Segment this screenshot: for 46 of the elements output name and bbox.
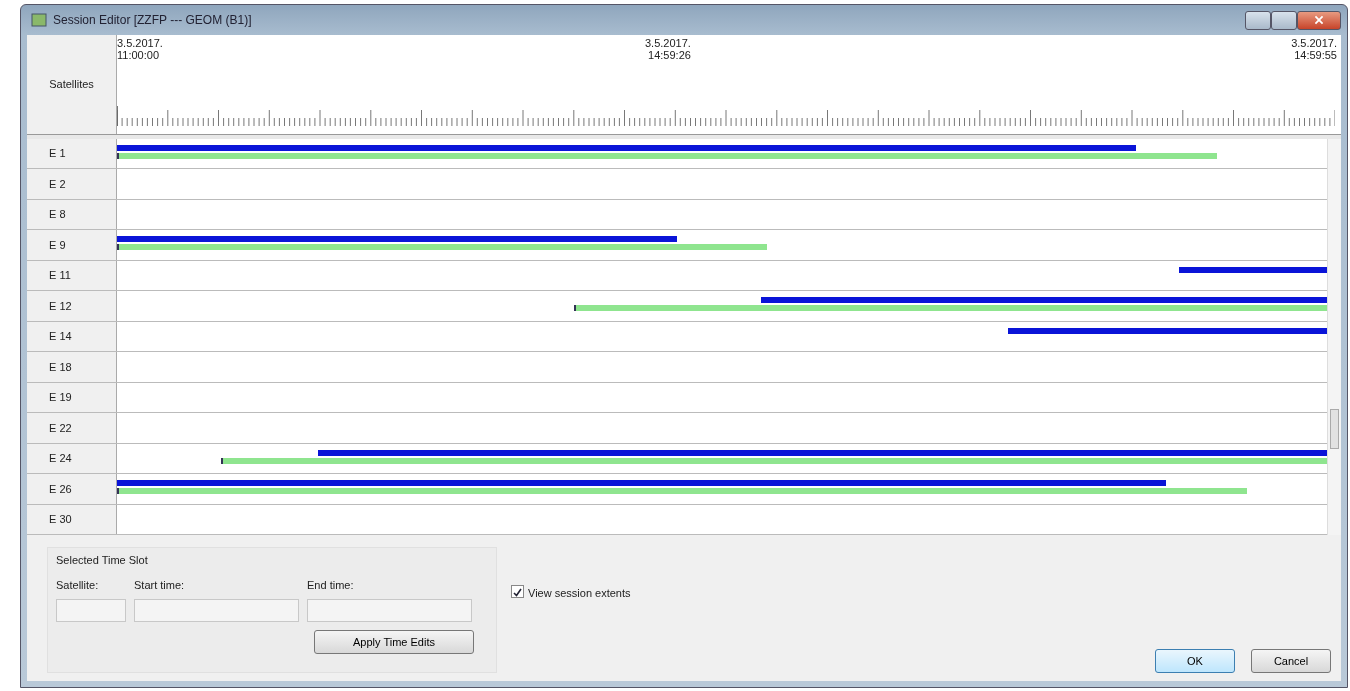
- satellite-label: E 19: [49, 390, 72, 406]
- app-icon: [31, 13, 47, 27]
- date-label: 3.5.2017.: [117, 37, 163, 49]
- time-label: 11:00:00: [117, 49, 160, 61]
- satellite-label: E 18: [49, 359, 72, 375]
- satellite-label: E 26: [49, 481, 72, 497]
- satellite-label: E 8: [49, 207, 66, 223]
- time-label: 14:59:55: [1293, 49, 1337, 61]
- scrollbar[interactable]: [1327, 139, 1341, 535]
- input-field[interactable]: [56, 599, 126, 622]
- date-label: 3.5.2017.: [1291, 37, 1337, 49]
- checkbox[interactable]: [511, 585, 524, 598]
- satellite-label: E 14: [49, 329, 72, 345]
- satellite-label: E 11: [49, 268, 71, 284]
- satellite-label: E 12: [49, 298, 72, 314]
- satellite-label: E 1: [49, 146, 66, 162]
- satellite-label: E 24: [49, 451, 72, 467]
- session-bar[interactable]: [1179, 266, 1327, 273]
- session-bar[interactable]: [117, 480, 1167, 487]
- window-title: Session Editor [ZZFP --- GEOM (B1)]: [53, 12, 252, 29]
- satellite-label: E 2: [49, 176, 66, 192]
- column-header: Satellites: [49, 77, 94, 93]
- scrollbar-thumb[interactable]: [1330, 409, 1339, 449]
- input-field[interactable]: [134, 599, 299, 622]
- cancel-button[interactable]: Cancel: [1251, 649, 1331, 673]
- apply-time-edits-button[interactable]: Apply Time Edits: [314, 630, 474, 654]
- time-label: 14:59:26: [647, 49, 691, 61]
- close-button[interactable]: [1297, 10, 1341, 30]
- satellite-label: E 9: [49, 237, 66, 253]
- ok-button[interactable]: OK: [1155, 649, 1235, 673]
- session-bar[interactable]: [317, 449, 1327, 456]
- session-bar[interactable]: [760, 297, 1327, 304]
- minimize-button[interactable]: [1245, 10, 1271, 30]
- checkbox-label: View session extents: [528, 586, 631, 601]
- input-field[interactable]: [307, 599, 472, 622]
- group-title: Selected Time Slot: [56, 553, 149, 568]
- extent-bar[interactable]: [117, 153, 1217, 159]
- satellite-label: E 22: [49, 420, 72, 436]
- session-bar[interactable]: [117, 236, 678, 243]
- session-bar[interactable]: [1007, 327, 1327, 334]
- date-label: 3.5.2017.: [645, 37, 691, 49]
- field-label: End time:: [307, 577, 355, 593]
- field-label: Satellite:: [56, 577, 100, 593]
- maximize-button[interactable]: [1271, 10, 1297, 30]
- field-label: Start time:: [134, 577, 186, 593]
- satellite-label: E 30: [49, 512, 72, 528]
